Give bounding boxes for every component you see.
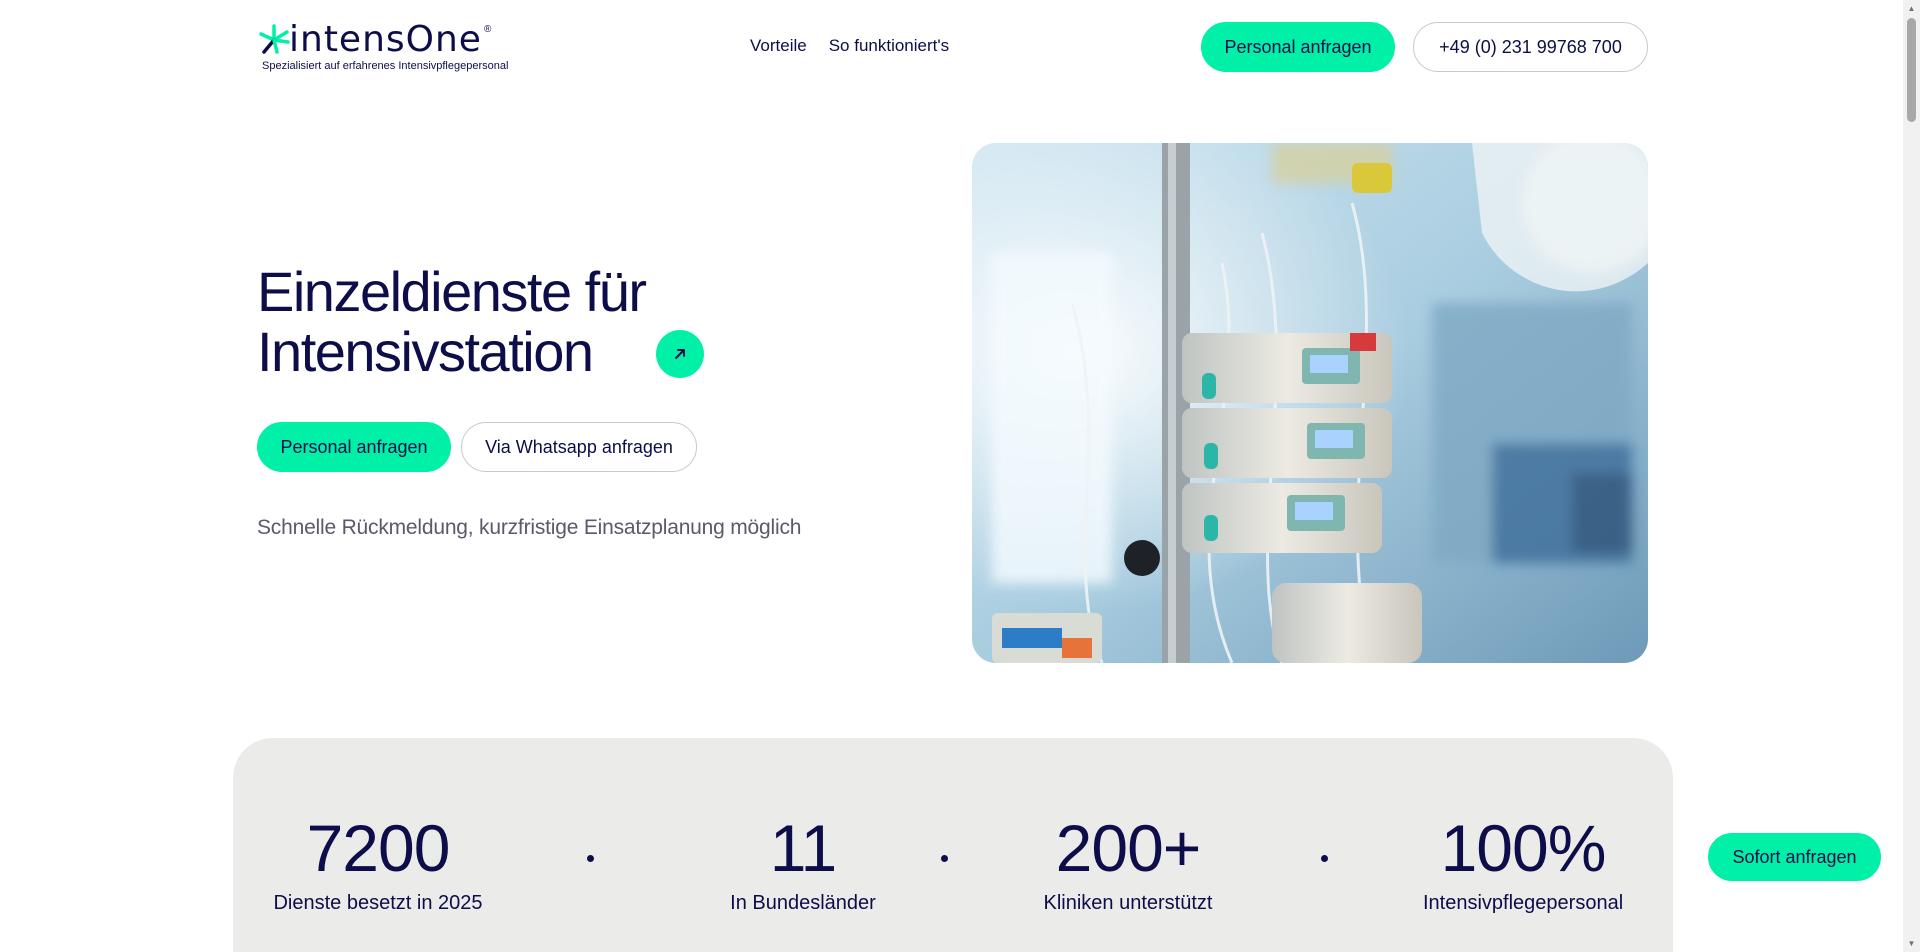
hero-whatsapp-button[interactable]: Via Whatsapp anfragen <box>461 422 697 472</box>
hero-request-staff-button[interactable]: Personal anfragen <box>257 422 451 472</box>
stat-intensive-staff: 100% Intensivpflegepersonal <box>1423 808 1623 915</box>
hero-subtitle: Schnelle Rückmeldung, kurzfristige Einsa… <box>257 516 802 539</box>
stat-services: 7200 Dienste besetzt in 2025 <box>233 808 523 915</box>
hero-image-icu-equipment <box>972 143 1648 663</box>
header-request-staff-button[interactable]: Personal anfragen <box>1201 22 1395 72</box>
icu-infusion-pumps-illustration <box>972 143 1648 663</box>
page: intensOne ® Spezialisiert auf erfahrenes… <box>0 0 1903 952</box>
header-phone-button[interactable]: +49 (0) 231 99768 700 <box>1413 22 1648 72</box>
nav-vorteile[interactable]: Vorteile <box>750 36 807 56</box>
arrow-up-right-icon <box>675 349 685 359</box>
logo-tagline: Spezialisiert auf erfahrenes Intensivpfl… <box>262 60 509 72</box>
main-nav: Vorteile So funktioniert's <box>750 36 949 56</box>
logo[interactable]: intensOne ® Spezialisiert auf erfahrenes… <box>257 22 527 78</box>
stat-clinics: 200+ Kliniken unterstützt <box>1033 808 1223 915</box>
stat-separator-dot <box>941 855 948 862</box>
stat-label: Dienste besetzt in 2025 <box>273 892 483 914</box>
hero-title: Einzeldienste für Intensivstation <box>257 260 647 383</box>
page-scrollbar[interactable]: ▲ ▼ <box>1903 0 1920 952</box>
nav-so-funktionierts[interactable]: So funktioniert's <box>829 36 949 56</box>
stat-value: 200+ <box>1055 811 1202 885</box>
scroll-down-arrow-icon[interactable]: ▼ <box>1903 935 1920 952</box>
stat-label: Intensivpflegepersonal <box>1423 892 1624 914</box>
stat-states: 11 In Bundesländer <box>678 808 928 915</box>
stat-label: Kliniken unterstützt <box>1043 892 1213 914</box>
stat-label: In Bundesländer <box>730 892 876 914</box>
stat-separator-dot <box>587 855 594 862</box>
stat-value: 11 <box>769 811 838 885</box>
stat-separator-dot <box>1321 855 1328 862</box>
hero-arrow-button[interactable] <box>656 330 704 378</box>
stats-panel: 7200 Dienste besetzt in 2025 11 In Bunde… <box>233 738 1673 952</box>
stat-value: 100% <box>1440 811 1607 885</box>
registered-mark: ® <box>483 24 492 35</box>
floating-request-button[interactable]: Sofort anfragen <box>1708 833 1881 881</box>
scroll-thumb[interactable] <box>1907 18 1916 122</box>
hero-title-line-1: Einzeldienste für <box>257 260 647 323</box>
stat-value: 7200 <box>306 811 451 885</box>
logo-wordmark: intensOne <box>289 19 482 60</box>
site-header: intensOne ® Spezialisiert auf erfahrenes… <box>0 0 1903 100</box>
scroll-up-arrow-icon[interactable]: ▲ <box>1903 0 1920 17</box>
hero-title-line-2: Intensivstation <box>257 320 594 383</box>
asterisk-logo-icon <box>259 24 290 54</box>
